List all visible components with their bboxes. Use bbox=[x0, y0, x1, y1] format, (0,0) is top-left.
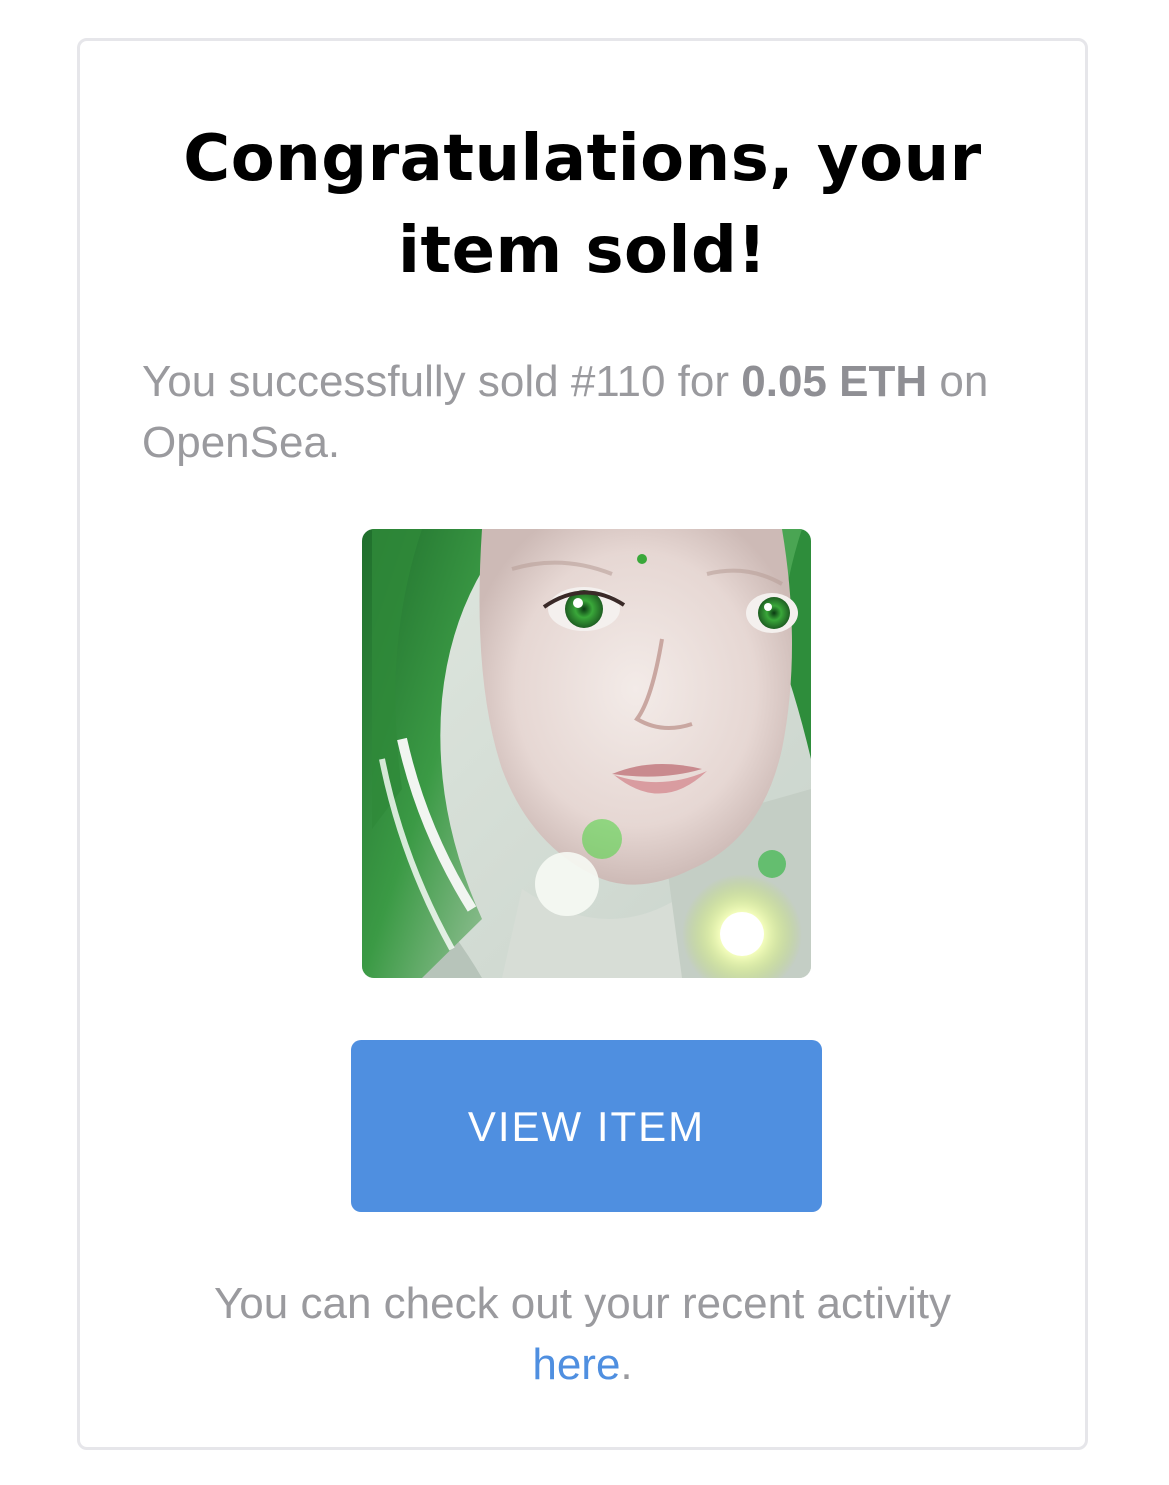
sale-notification-card: Congratulations, your item sold! You suc… bbox=[77, 38, 1088, 1450]
nft-portrait-illustration bbox=[362, 529, 811, 978]
recent-activity-period: . bbox=[620, 1340, 633, 1389]
page-title: Congratulations, your item sold! bbox=[80, 113, 1085, 297]
view-item-button[interactable]: VIEW ITEM bbox=[351, 1040, 822, 1212]
recent-activity-text: You can check out your recent activity h… bbox=[80, 1273, 1085, 1395]
recent-activity-link[interactable]: here bbox=[532, 1340, 620, 1389]
recent-activity-line: You can check out your recent activity bbox=[214, 1279, 951, 1328]
sale-price: 0.05 ETH bbox=[741, 357, 928, 406]
message-prefix: You successfully sold #110 for bbox=[142, 357, 742, 406]
nft-item-image[interactable] bbox=[362, 529, 811, 978]
sale-message: You successfully sold #110 for 0.05 ETH … bbox=[142, 351, 1042, 473]
recent-activity-link-line: here. bbox=[80, 1334, 1085, 1395]
title-line-1: Congratulations, your bbox=[183, 122, 982, 196]
title-line-2: item sold! bbox=[398, 214, 767, 288]
